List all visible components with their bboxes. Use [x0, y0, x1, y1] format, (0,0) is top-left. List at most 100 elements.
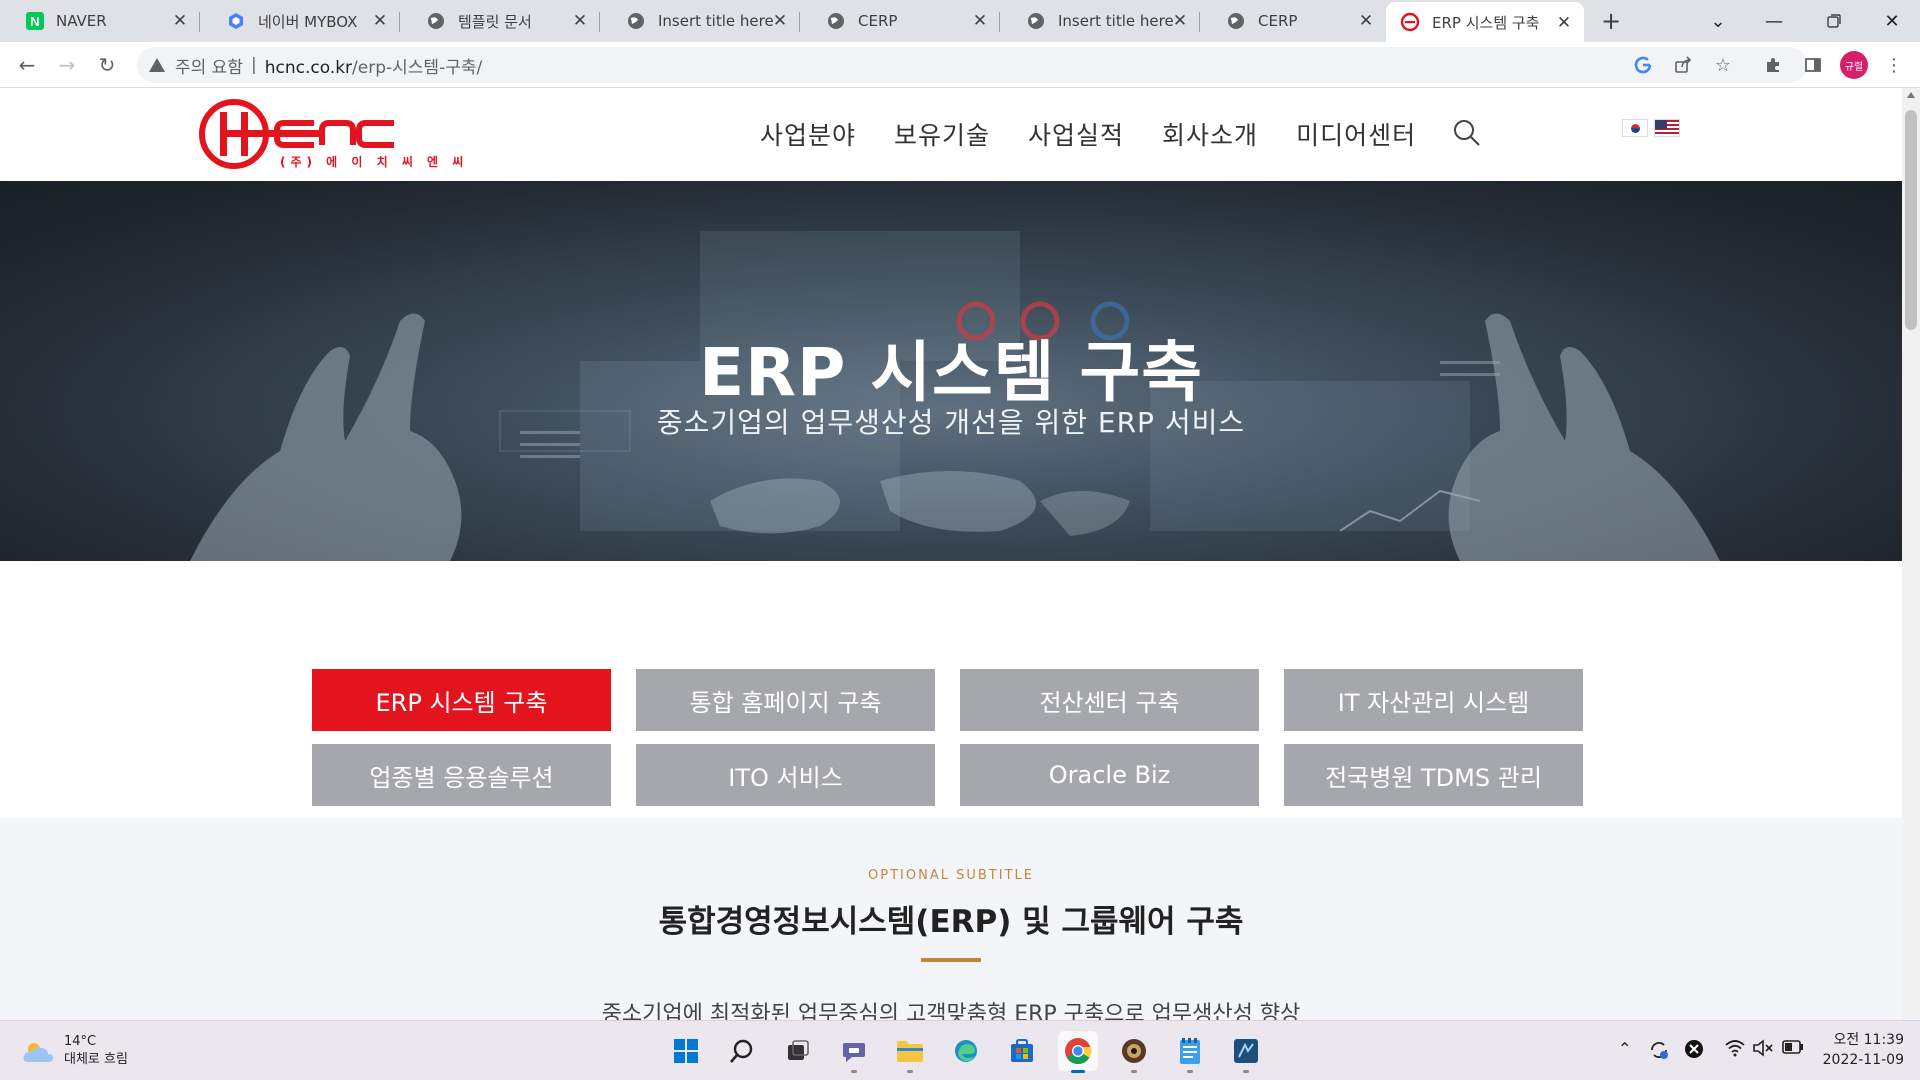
- tab-title: 네이버 MYBOX: [258, 12, 358, 31]
- window-close-icon[interactable]: ✕: [1864, 0, 1920, 42]
- tab-datacenter[interactable]: 전산센터 구축: [960, 669, 1259, 731]
- scrollbar-thumb[interactable]: [1905, 110, 1917, 330]
- tab-homepage[interactable]: 통합 홈페이지 구축: [636, 669, 935, 731]
- tab-ito-service[interactable]: ITO 서비스: [636, 744, 935, 806]
- weather-widget[interactable]: 14°C 대체로 흐림: [22, 1033, 128, 1069]
- browser-tab[interactable]: Insert title here ✕: [1000, 0, 1200, 42]
- close-icon[interactable]: ✕: [1356, 11, 1376, 31]
- share-icon[interactable]: [1669, 51, 1697, 79]
- tab-title: 템플릿 문서: [458, 12, 532, 31]
- running-indicator: [1071, 1070, 1085, 1073]
- nav-item-media[interactable]: 미디어센터: [1296, 116, 1416, 152]
- search-icon[interactable]: [1452, 118, 1482, 148]
- show-hidden-icons-chevron-icon[interactable]: ⌃: [1618, 1039, 1631, 1058]
- edge-browser-icon[interactable]: [946, 1031, 986, 1071]
- section-title: 통합경영정보시스템(ERP) 및 그룹웨어 구축: [658, 904, 1244, 940]
- browser-tab[interactable]: Insert title here ✕: [600, 0, 800, 42]
- page-scrollbar[interactable]: [1902, 88, 1920, 1020]
- tab-search-chevron-icon[interactable]: ⌄: [1690, 0, 1746, 42]
- globe-icon: [826, 11, 846, 31]
- game-app-icon[interactable]: [1114, 1031, 1154, 1073]
- taskbar-apps: [666, 1031, 1266, 1073]
- browser-tab[interactable]: CERP ✕: [800, 0, 1000, 42]
- korean-flag-icon[interactable]: [1622, 119, 1648, 137]
- minimize-icon[interactable]: —: [1746, 0, 1802, 42]
- task-view-icon[interactable]: [778, 1031, 818, 1071]
- weather-condition: 대체로 흐림: [64, 1052, 128, 1067]
- content-section: OPTIONAL SUBTITLE 통합경영정보시스템(ERP) 및 그룹웨어 …: [0, 818, 1902, 1020]
- hcnc-icon: [1400, 12, 1420, 32]
- browser-tab-active[interactable]: ERP 시스템 구축 ✕: [1386, 2, 1584, 42]
- tab-title: Insert title here: [1058, 12, 1174, 30]
- address-bar[interactable]: 주의 요함 | hcnc.co.kr/erp-시스템-구축/: [137, 47, 1807, 83]
- search-icon[interactable]: [722, 1031, 762, 1071]
- nav-item-company[interactable]: 회사소개: [1162, 116, 1258, 152]
- back-arrow-icon[interactable]: ←: [13, 51, 41, 79]
- address-separator: |: [250, 55, 257, 75]
- teams-chat-icon[interactable]: [834, 1031, 874, 1073]
- close-icon[interactable]: ✕: [570, 11, 590, 31]
- browser-tab-strip: N NAVER ✕ 네이버 MYBOX ✕ 템플릿 문서 ✕ Insert ti…: [0, 0, 1920, 42]
- close-icon[interactable]: ✕: [970, 11, 990, 31]
- close-icon[interactable]: ✕: [770, 11, 790, 31]
- more-menu-icon[interactable]: ⋮: [1880, 51, 1908, 79]
- hcnc-logo[interactable]: (주) 에 이 치 씨 엔 씨: [198, 98, 463, 172]
- browser-tab[interactable]: 네이버 MYBOX ✕: [200, 0, 400, 42]
- browser-tab[interactable]: 템플릿 문서 ✕: [400, 0, 600, 42]
- mybox-icon: [226, 11, 246, 31]
- extensions-puzzle-icon[interactable]: [1759, 51, 1787, 79]
- profile-avatar[interactable]: 규렬: [1840, 51, 1868, 79]
- globe-icon: [626, 11, 646, 31]
- running-indicator: [851, 1070, 857, 1073]
- running-indicator: [1243, 1070, 1249, 1073]
- browser-tab[interactable]: CERP ✕: [1200, 0, 1386, 42]
- globe-icon: [1026, 11, 1046, 31]
- warning-triangle-icon[interactable]: [149, 58, 165, 72]
- close-icon[interactable]: ✕: [170, 11, 190, 31]
- close-icon[interactable]: ✕: [1554, 13, 1574, 33]
- tab-oracle-biz[interactable]: Oracle Biz: [960, 744, 1259, 806]
- scroll-up-arrow-icon[interactable]: [1907, 92, 1915, 98]
- sync-icon[interactable]: [1648, 1039, 1670, 1065]
- tab-erp-system[interactable]: ERP 시스템 구축: [312, 669, 611, 731]
- tab-it-asset[interactable]: IT 자산관리 시스템: [1284, 669, 1583, 731]
- globe-icon: [426, 11, 446, 31]
- file-explorer-icon[interactable]: [890, 1031, 930, 1073]
- chrome-browser-icon[interactable]: [1058, 1031, 1098, 1073]
- clock-date: 2022-11-09: [1822, 1052, 1904, 1068]
- nav-item-technology[interactable]: 보유기술: [894, 116, 990, 152]
- clock-time: 오전 11:39: [1833, 1032, 1904, 1048]
- notepad-icon[interactable]: [1170, 1031, 1210, 1073]
- us-flag-icon[interactable]: [1654, 119, 1680, 137]
- tab-industry-solution[interactable]: 업종별 응용솔루션: [312, 744, 611, 806]
- tab-title: NAVER: [56, 12, 107, 30]
- nav-item-performance[interactable]: 사업실적: [1028, 116, 1124, 152]
- restore-icon[interactable]: [1806, 0, 1862, 42]
- sql-tool-icon[interactable]: [1226, 1031, 1266, 1073]
- side-panel-icon[interactable]: [1799, 51, 1827, 79]
- tab-title: ERP 시스템 구축: [1432, 13, 1540, 32]
- browser-tab[interactable]: N NAVER ✕: [0, 0, 200, 42]
- security-warning-label[interactable]: 주의 요함: [175, 53, 243, 78]
- close-icon[interactable]: ✕: [1170, 11, 1190, 31]
- system-clock[interactable]: 오전 11:39 2022-11-09: [1816, 1030, 1904, 1070]
- language-selector: [1622, 119, 1680, 137]
- bookmark-star-icon[interactable]: ☆: [1709, 51, 1737, 79]
- tab-tdms[interactable]: 전국병원 TDMS 관리: [1284, 744, 1583, 806]
- microsoft-store-icon[interactable]: [1002, 1031, 1042, 1071]
- nav-item-business[interactable]: 사업분야: [760, 116, 856, 152]
- hero-banner: ERP 시스템 구축 중소기업의 업무생산성 개선을 위한 ERP 서비스: [0, 181, 1902, 561]
- wifi-icon[interactable]: [1724, 1039, 1746, 1061]
- windows-taskbar: 14°C 대체로 흐림 ⌃ 오전 11:39 2022-11-09: [0, 1020, 1920, 1080]
- new-tab-button[interactable]: +: [1598, 8, 1624, 34]
- app-tray-icon[interactable]: [1684, 1039, 1704, 1063]
- forward-arrow-icon[interactable]: →: [53, 51, 81, 79]
- url-text[interactable]: hcnc.co.kr/erp-시스템-구축/: [265, 53, 483, 78]
- google-translate-icon[interactable]: [1629, 51, 1657, 79]
- reload-icon[interactable]: ↻: [93, 51, 121, 79]
- page-viewport: (주) 에 이 치 씨 엔 씨 사업분야 보유기술 사업실적 회사소개 미디어센…: [0, 88, 1902, 1020]
- windows-start-icon[interactable]: [666, 1031, 706, 1071]
- battery-icon[interactable]: [1782, 1039, 1804, 1059]
- volume-muted-icon[interactable]: [1752, 1039, 1774, 1061]
- close-icon[interactable]: ✕: [370, 11, 390, 31]
